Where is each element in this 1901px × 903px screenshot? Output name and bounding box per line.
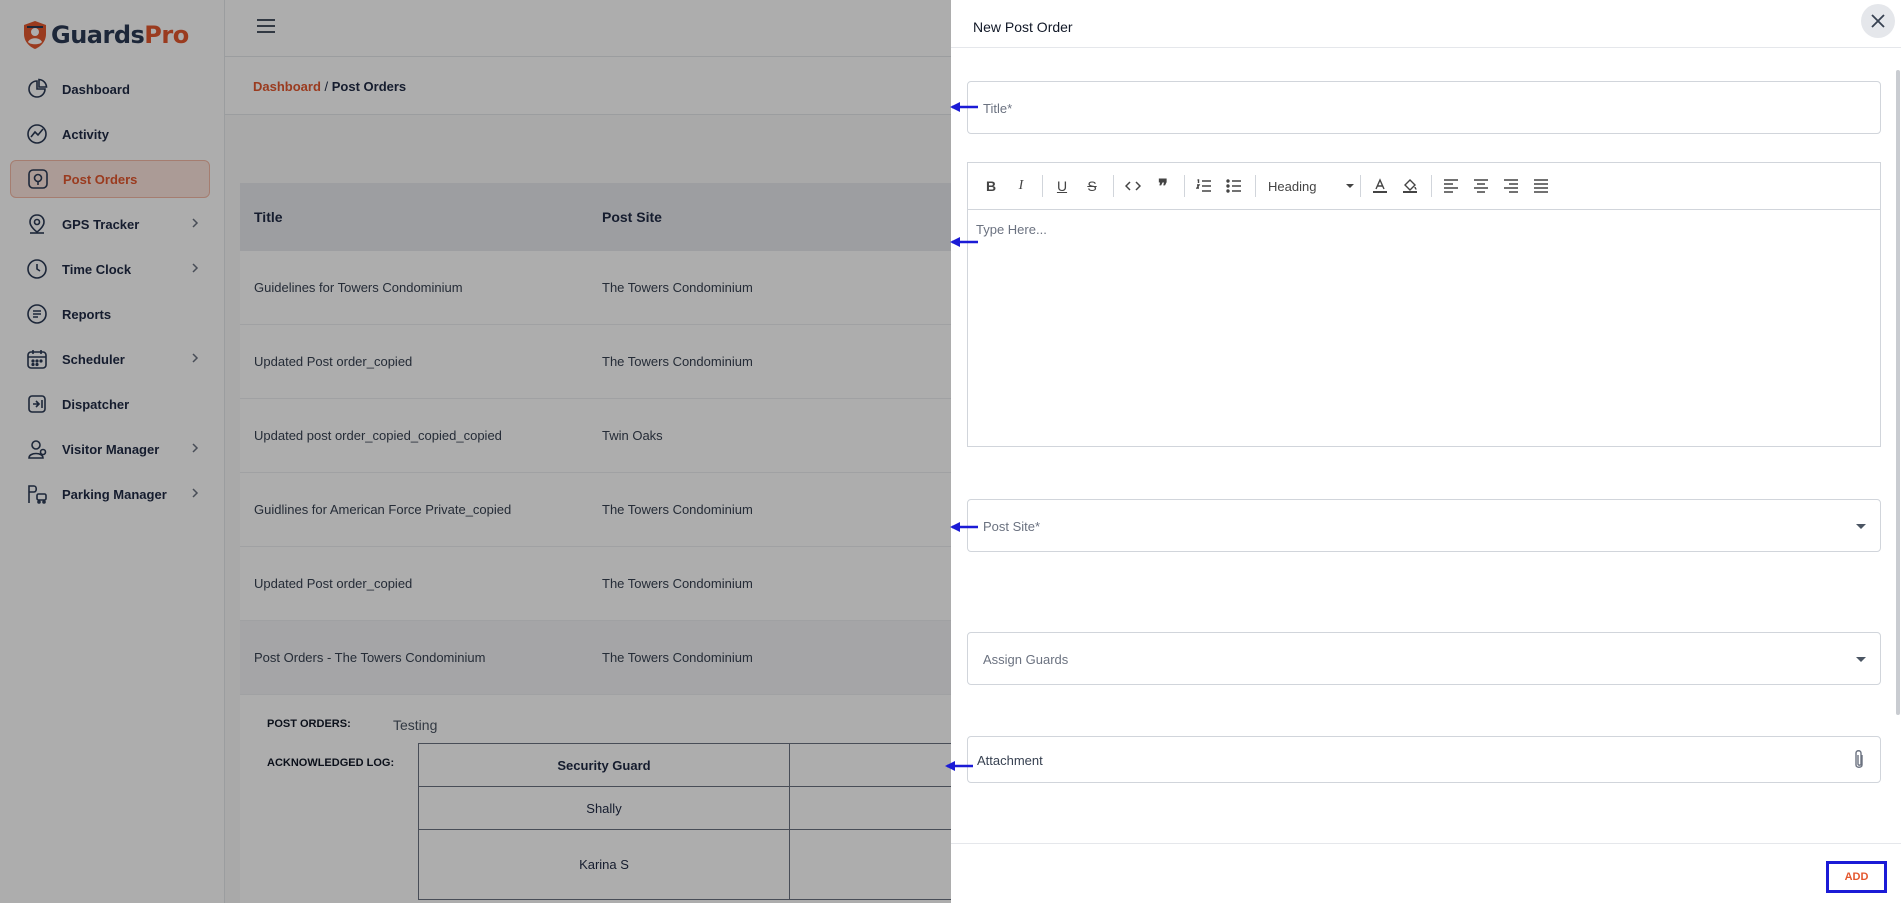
blockquote-icon[interactable]: ❞ xyxy=(1152,175,1174,197)
heading-select-label: Heading xyxy=(1268,178,1317,194)
underline-icon[interactable]: U xyxy=(1051,175,1073,197)
new-post-order-drawer: New Post Order Title* B I U S ❞ Heading xyxy=(951,0,1901,903)
ordered-list-icon[interactable] xyxy=(1193,175,1215,197)
caret-down-icon xyxy=(1346,184,1354,188)
editor-toolbar: B I U S ❞ Heading xyxy=(968,163,1880,210)
title-placeholder: Title* xyxy=(983,101,1013,116)
strikethrough-icon[interactable]: S xyxy=(1081,175,1103,197)
rich-text-editor: B I U S ❞ Heading Type Here... xyxy=(967,162,1881,447)
close-icon xyxy=(1871,14,1885,28)
bullet-list-icon[interactable] xyxy=(1223,175,1245,197)
toolbar-divider xyxy=(1042,175,1043,197)
bold-icon[interactable]: B xyxy=(980,175,1002,197)
text-color-icon[interactable] xyxy=(1369,175,1391,197)
toolbar-divider xyxy=(1431,175,1432,197)
align-justify-icon[interactable] xyxy=(1530,175,1552,197)
editor-placeholder: Type Here... xyxy=(976,222,1047,237)
editor-content-area[interactable]: Type Here... xyxy=(968,210,1880,249)
toolbar-divider xyxy=(1360,175,1361,197)
attachment-label: Attachment xyxy=(977,753,1043,768)
annotation-arrow-icon xyxy=(945,761,973,771)
post-site-placeholder: Post Site* xyxy=(983,519,1041,534)
add-button[interactable]: ADD xyxy=(1826,861,1887,893)
annotation-arrow-icon xyxy=(950,102,978,112)
align-center-icon[interactable] xyxy=(1470,175,1492,197)
highlight-color-icon[interactable] xyxy=(1399,175,1421,197)
italic-icon[interactable]: I xyxy=(1010,175,1032,197)
assign-guards-select[interactable]: Assign Guards xyxy=(967,632,1881,685)
caret-down-icon xyxy=(1856,524,1866,529)
heading-select[interactable]: Heading xyxy=(1264,179,1354,194)
toolbar-divider xyxy=(1113,175,1114,197)
toolbar-divider xyxy=(1255,175,1256,197)
paperclip-icon[interactable] xyxy=(1852,749,1866,771)
title-input[interactable]: Title* xyxy=(967,81,1881,134)
drawer-header: New Post Order xyxy=(951,0,1901,48)
caret-down-icon xyxy=(1856,657,1866,662)
drawer-title: New Post Order xyxy=(973,19,1073,35)
annotation-arrow-icon xyxy=(950,237,978,247)
post-site-select[interactable]: Post Site* xyxy=(967,499,1881,552)
align-right-icon[interactable] xyxy=(1500,175,1522,197)
assign-guards-placeholder: Assign Guards xyxy=(983,652,1069,667)
drawer-scrollbar[interactable] xyxy=(1896,70,1900,715)
close-button[interactable] xyxy=(1861,4,1895,38)
annotation-arrow-icon xyxy=(950,522,978,532)
code-icon[interactable] xyxy=(1122,175,1144,197)
attachment-input[interactable]: Attachment xyxy=(967,736,1881,783)
align-left-icon[interactable] xyxy=(1440,175,1462,197)
toolbar-divider xyxy=(1184,175,1185,197)
drawer-footer: ADD xyxy=(951,843,1901,903)
